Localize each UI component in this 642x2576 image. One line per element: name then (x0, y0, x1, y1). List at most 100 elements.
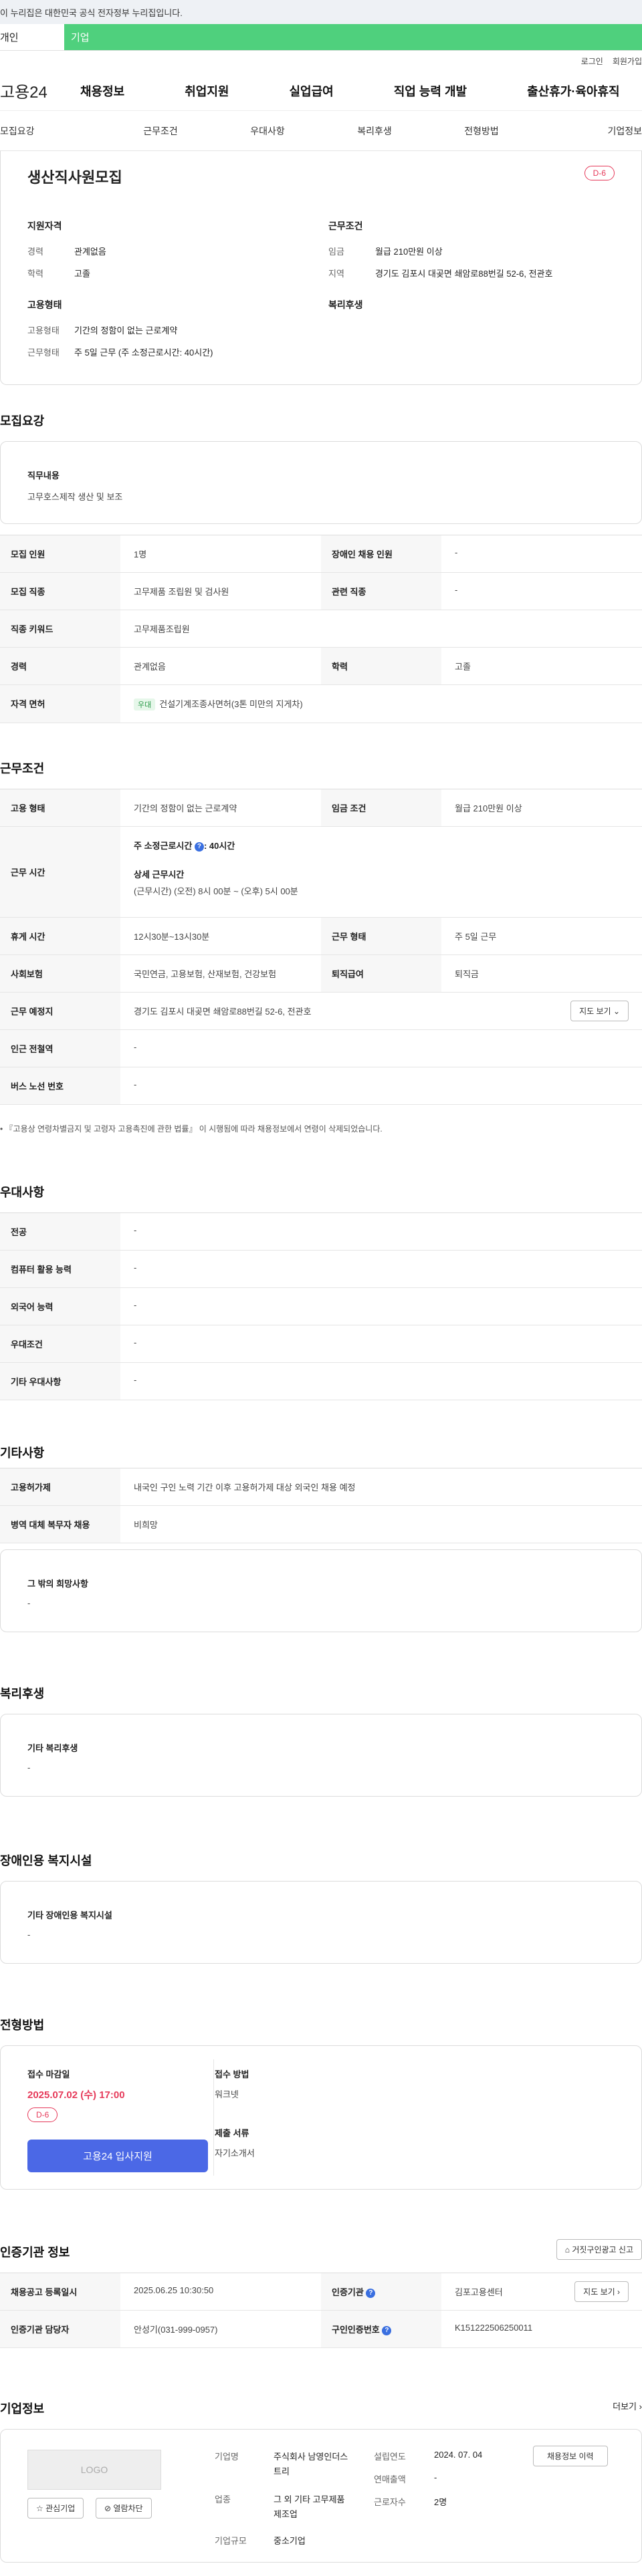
map-button[interactable]: 지도 보기 ⌄ (570, 1001, 629, 1021)
block-button[interactable]: ⊘ 열람차단 (96, 2498, 152, 2519)
gnb-item-training[interactable]: 직업 능력 개발 (394, 82, 467, 100)
tab-company[interactable]: 기업정보 (535, 124, 642, 138)
tab-work[interactable]: 근무조건 (107, 124, 214, 138)
deadline-value: 2025.07.02 (수) 17:00 (27, 2089, 125, 2101)
process-dday-badge: D-6 (27, 2107, 58, 2122)
agency-map-button[interactable]: 지도 보기 › (574, 2281, 629, 2302)
table-row: 휴게 시간 12시30분~13시30분 근무 형태 주 5일 근무 (0, 918, 642, 955)
qual-label: 학력 (27, 269, 43, 279)
global-nav: 고용24 채용정보 취업지원 실업급여 직업 능력 개발 출산휴가·육아휴직 (0, 71, 642, 111)
industry-value: 그 외 기타 고무제품 제조업 (274, 2494, 345, 2520)
row-header: 컴퓨터 활용 능력 (0, 1251, 120, 1287)
row-header: 근무 예정지 (0, 993, 120, 1029)
more-link[interactable]: 더보기 › (613, 2400, 642, 2412)
history-button[interactable]: 채용정보 이력 (533, 2446, 608, 2466)
emp-label: 고용형태 (27, 326, 60, 336)
tab-welfare[interactable]: 복리후생 (321, 124, 428, 138)
tab-pref[interactable]: 우대사항 (214, 124, 321, 138)
row-value: 고졸 (455, 662, 471, 672)
welfare-section-title: 복리후생 (0, 1687, 45, 1700)
row-value: K151222506250011 (455, 2323, 533, 2333)
row-value: - (134, 1337, 137, 1347)
row-header: 근무 형태 (321, 918, 441, 954)
site-logo[interactable]: 고용24 (0, 79, 80, 102)
row-value: 고무제품조립원 (134, 624, 190, 634)
info-icon[interactable]: ? (382, 2325, 392, 2335)
info-icon[interactable]: ? (366, 2288, 376, 2298)
tab-process[interactable]: 전형방법 (428, 124, 535, 138)
sales-label: 연매출액 (374, 2474, 406, 2484)
row-header: 직종 키워드 (0, 610, 120, 647)
etc-table: 고용허가제 내국인 구인 노력 기간 이후 고용허가제 대상 외국인 채용 예정 … (0, 1468, 642, 1543)
table-row: 근무 시간 주 소정근로시간 ?: 40시간 상세 근무시간 (근무시간) (오… (0, 827, 642, 918)
work-table: 고용 형태 기간의 정함이 없는 근로계약 임금 조건 월급 210만원 이상 … (0, 789, 642, 1105)
table-row: 자격 면허 우대 건설기계조종사면허(3톤 미만의 지게차) (0, 685, 642, 723)
row-header: 근무 시간 (0, 827, 120, 917)
segment-company[interactable]: 기업 (64, 24, 642, 50)
detail-hours-label: 상세 근무시간 (134, 870, 185, 880)
table-row: 고용허가제 내국인 구인 노력 기간 이후 고용허가제 대상 외국인 채용 예정 (0, 1468, 642, 1506)
weekly-hours-label: 주 소정근로시간 (134, 841, 193, 851)
disabled-value: - (27, 1930, 31, 1940)
cert-title: 인증기관 정보 (0, 2246, 70, 2259)
row-value: 비희망 (134, 1520, 158, 1530)
row-value: 우대 건설기계조종사면허(3톤 미만의 지게차) (120, 685, 642, 723)
table-row: 인근 전철역 - (0, 1030, 642, 1067)
join-link[interactable]: 회원가입 (613, 55, 642, 67)
map-button-label: 지도 보기 (583, 2287, 615, 2297)
weekly-hours-value: : 40시간 (203, 841, 235, 851)
table-row: 기타 우대사항 - (0, 1363, 642, 1400)
gnb-item-unemployment[interactable]: 실업급여 (290, 82, 334, 100)
gnb-item-leave[interactable]: 출산휴가·육아휴직 (527, 82, 619, 100)
gnb-item-jobs[interactable]: 채용정보 (80, 82, 124, 100)
segment-personal[interactable]: 개인 (0, 24, 64, 50)
row-header: 구인인증번호 ? (321, 2311, 441, 2347)
map-button-label: 지도 보기 (579, 1007, 611, 1016)
cond-value: 경기도 김포시 대곶면 쇄암로88번길 52-6, 전관호 (375, 269, 553, 279)
row-header: 인근 전철역 (0, 1030, 120, 1067)
row-value: - (455, 547, 458, 557)
row-header: 외국어 능력 (0, 1288, 120, 1325)
chevron-down-icon: ⌄ (613, 1007, 620, 1016)
row-value: - (134, 1375, 137, 1385)
info-icon[interactable]: ? (194, 842, 204, 852)
cond-title: 근무조건 (328, 221, 363, 231)
row-value: 1명 (134, 549, 147, 559)
report-button[interactable]: ⌂ 거짓구인광고 신고 (556, 2239, 642, 2260)
gnb-item-employment-support[interactable]: 취업지원 (185, 82, 229, 100)
table-row: 고용 형태 기간의 정함이 없는 근로계약 임금 조건 월급 210만원 이상 (0, 789, 642, 827)
row-header: 고용허가제 (0, 1468, 120, 1505)
agency-header-label: 인증기관 (332, 2287, 364, 2297)
row-header: 고용 형태 (0, 789, 120, 826)
row-value: 2025.06.25 10:30:50 (134, 2285, 214, 2295)
apply-button[interactable]: 고용24 입사지원 (27, 2140, 208, 2172)
pref-table: 전공 - 컴퓨터 활용 능력 - 외국어 능력 - 우대조건 - 기타 우대사항 - (0, 1212, 642, 1400)
row-header: 자격 면허 (0, 685, 120, 723)
emp-label: 근무형태 (27, 348, 60, 358)
row-header: 관련 직종 (321, 573, 441, 610)
login-link[interactable]: 로그인 (581, 55, 603, 67)
emp-value: 주 5일 근무 (주 소정근로시간: 40시간) (74, 348, 213, 358)
row-header: 기타 우대사항 (0, 1363, 120, 1400)
docs-label: 제출 서류 (215, 2128, 249, 2138)
row-value: 주 소정근로시간 ?: 40시간 상세 근무시간 (근무시간) (오전) 8시 … (120, 827, 642, 917)
other-wish-label: 그 밖의 희망사항 (27, 1579, 88, 1589)
work-place-value: 경기도 김포시 대곶면 쇄암로88번길 52-6, 전관호 (134, 1007, 312, 1017)
duty-card: 직무내용 고무호스제작 생산 및 보조 (0, 441, 642, 524)
divider (213, 2059, 214, 2176)
table-row: 사회보험 국민연금, 고용보험, 산재보험, 건강보험 퇴직급여 퇴직금 (0, 955, 642, 993)
row-header: 장애인 채용 인원 (321, 535, 441, 572)
tab-recruit[interactable]: 모집요강 (0, 124, 107, 138)
row-header: 학력 (321, 648, 441, 684)
row-value: 경기도 김포시 대곶면 쇄암로88번길 52-6, 전관호 지도 보기 ⌄ (120, 993, 642, 1029)
agency-value: 김포고용센터 (455, 2287, 503, 2297)
row-header: 전공 (0, 1213, 120, 1250)
star-icon: ☆ (36, 2504, 43, 2513)
disabled-label: 기타 장애인용 복지시설 (27, 1910, 112, 1920)
favorite-button[interactable]: ☆ 관심기업 (27, 2498, 84, 2519)
row-value: 관계없음 (134, 662, 166, 672)
table-row: 모집 인원 1명 장애인 채용 인원 - (0, 535, 642, 573)
section-tabs: 모집요강 근무조건 우대사항 복리후생 전형방법 기업정보 (0, 111, 642, 151)
table-row: 근무 예정지 경기도 김포시 대곶면 쇄암로88번길 52-6, 전관호 지도 … (0, 993, 642, 1030)
cond-label: 지역 (328, 269, 344, 279)
